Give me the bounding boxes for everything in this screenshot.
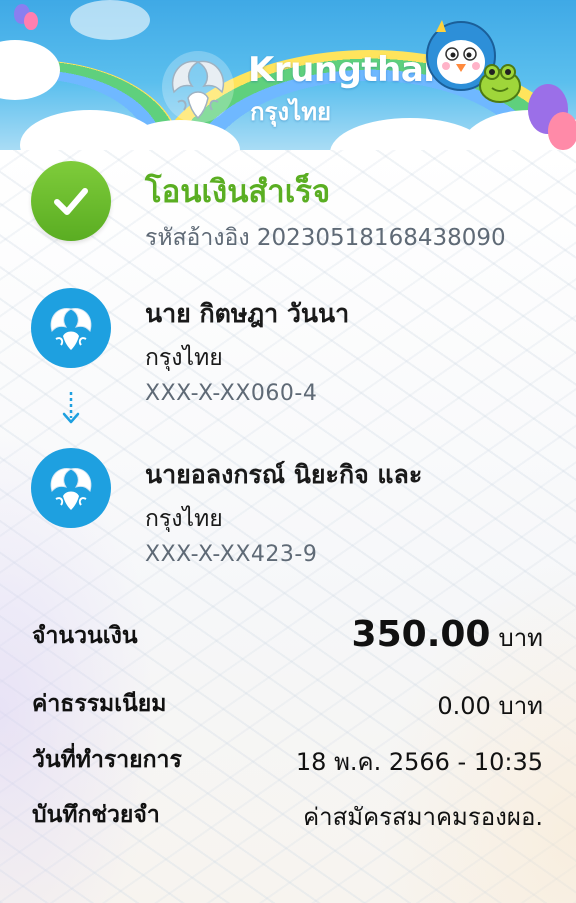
success-status-icon	[31, 161, 111, 241]
krungthai-bird-logo-icon	[162, 51, 234, 123]
krungthai-bird-icon	[50, 468, 92, 510]
reference-number: รหัสอ้างอิง 20230518168438090	[145, 225, 506, 251]
amount-value-group: 350.00 บาท	[352, 614, 543, 657]
check-icon	[54, 188, 88, 215]
receiver-account: XXX-X-XX423-9	[145, 542, 318, 567]
background-pastel-right	[376, 560, 576, 903]
fee-value: 0.00 บาท	[437, 692, 543, 720]
fee-label: ค่าธรรมเนียม	[32, 691, 167, 717]
sender-bank: กรุงไทย	[145, 345, 223, 371]
memo-value: ค่าสมัครสมาคมรองผอ.	[303, 803, 543, 831]
balloon-decoration	[24, 12, 38, 30]
memo-label: บันทึกช่วยจำ	[32, 802, 160, 828]
krungthai-bird-icon	[50, 308, 92, 350]
amount-value: 350.00	[351, 614, 491, 655]
arrow-down-icon	[62, 392, 80, 424]
cloud-decoration	[70, 0, 150, 40]
transfer-success-title: โอนเงินสำเร็จ	[145, 174, 331, 210]
brand-name-th: กรุงไทย	[250, 98, 332, 126]
amount-label: จำนวนเงิน	[32, 623, 138, 649]
transaction-date-label: วันที่ทำรายการ	[32, 747, 182, 773]
mascot-frog-icon	[479, 64, 521, 103]
sender-name: นาย กิตษฎา วันนา	[145, 299, 350, 328]
balloon-decoration	[548, 112, 576, 150]
transaction-date-value: 18 พ.ค. 2566 - 10:35	[295, 748, 543, 776]
brand-name-en: Krungthai	[248, 50, 435, 90]
sender-bank-avatar	[31, 288, 111, 368]
sender-account: XXX-X-XX060-4	[145, 381, 318, 406]
receiver-bank-avatar	[31, 448, 111, 528]
header-banner: Krungthai กรุงไทย	[0, 0, 576, 150]
receiver-name: นายอลงกรณ์ นิยะกิจ และ	[145, 460, 423, 489]
amount-unit: บาท	[498, 624, 543, 652]
receiver-bank: กรุงไทย	[145, 506, 223, 532]
